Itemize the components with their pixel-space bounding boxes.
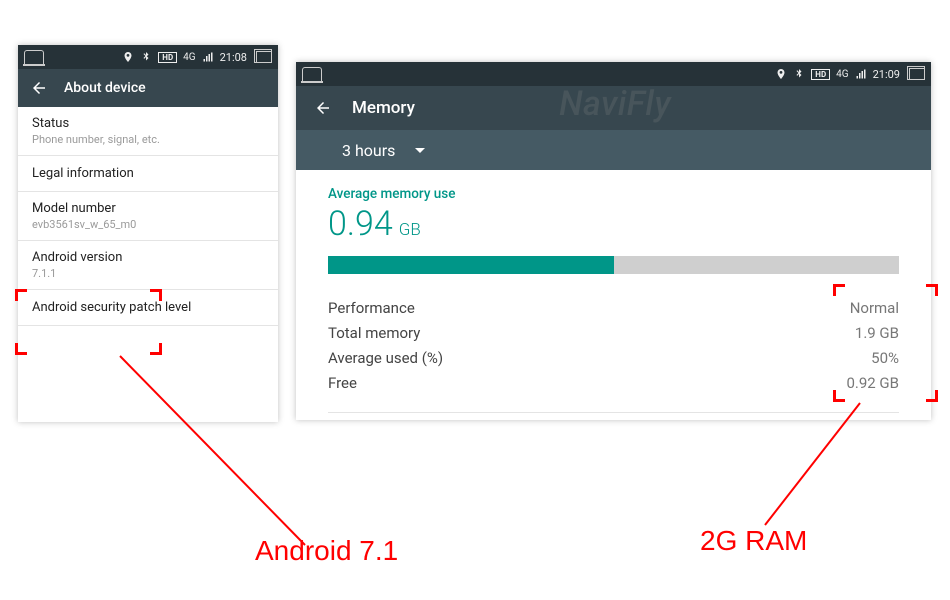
avg-memory-label: Average memory use [328,186,899,202]
stat-average-used: Average used (%) 50% [328,346,899,371]
stat-free: Free 0.92 GB [328,371,899,396]
row-security-patch[interactable]: Android security patch level [18,290,278,326]
divider [328,412,899,413]
stat-value: 0.92 GB [846,371,899,396]
stat-key: Average used (%) [328,346,443,371]
row-value: evb3561sv_w_65_m0 [32,218,264,231]
app-bar: Memory [296,86,931,130]
chevron-down-icon [415,148,425,153]
status-bar: HD 4G 21:08 [18,45,278,69]
time-range-dropdown[interactable]: 3 hours [342,141,425,160]
annotation-ram: 2G RAM [700,525,807,557]
memory-range-bar: 3 hours [296,130,931,170]
home-icon [24,50,44,64]
row-label: Android version [32,250,264,265]
memory-bar-fill [328,256,614,274]
stat-value: 1.9 GB [855,321,899,346]
status-time: 21:09 [873,68,900,81]
hd-badge: HD [811,69,830,80]
network-4g-icon: 4G [836,69,848,80]
bluetooth-icon [140,51,152,63]
about-device-screenshot: HD 4G 21:08 About device Status Phone nu… [18,45,278,422]
home-icon [302,67,322,81]
status-time: 21:08 [220,51,247,64]
signal-icon [202,51,214,63]
back-arrow-icon[interactable] [30,79,48,97]
recents-icon [256,51,272,63]
location-icon [775,68,787,80]
avg-memory-value: 0.94 GB [328,204,899,244]
annotation-android: Android 7.1 [255,535,398,567]
row-label: Status [32,116,264,131]
row-legal[interactable]: Legal information [18,156,278,192]
dropdown-label: 3 hours [342,141,395,160]
app-bar: About device [18,69,278,107]
stat-performance: Performance Normal [328,296,899,321]
avg-memory-number: 0.94 [328,204,393,244]
row-label: Legal information [32,166,264,181]
network-4g-icon: 4G [183,52,195,63]
signal-icon [855,68,867,80]
row-android-version[interactable]: Android version 7.1.1 [18,241,278,290]
row-model[interactable]: Model number evb3561sv_w_65_m0 [18,192,278,241]
app-bar-title: Memory [352,98,415,118]
stat-total-memory: Total memory 1.9 GB [328,321,899,346]
stat-key: Free [328,371,357,396]
memory-bar [328,256,899,274]
row-label: Model number [32,201,264,216]
stat-key: Total memory [328,321,420,346]
stat-key: Performance [328,296,415,321]
row-status[interactable]: Status Phone number, signal, etc. [18,107,278,156]
hd-badge: HD [158,52,177,63]
row-label: Android security patch level [32,300,264,315]
back-arrow-icon[interactable] [314,99,332,117]
memory-screenshot: NaviFly HD 4G 21:09 Memory 3 hours Avera… [296,62,931,420]
location-icon [122,51,134,63]
recents-icon [909,68,925,80]
status-bar: HD 4G 21:09 [296,62,931,86]
stat-value: Normal [850,296,899,321]
memory-body: Average memory use 0.94 GB Performance N… [296,170,931,413]
bluetooth-icon [793,68,805,80]
avg-memory-unit: GB [399,220,421,240]
stat-value: 50% [871,346,899,371]
app-bar-title: About device [64,80,146,96]
memory-stats: Performance Normal Total memory 1.9 GB A… [328,296,899,396]
row-value: 7.1.1 [32,267,264,280]
row-sublabel: Phone number, signal, etc. [32,133,264,146]
